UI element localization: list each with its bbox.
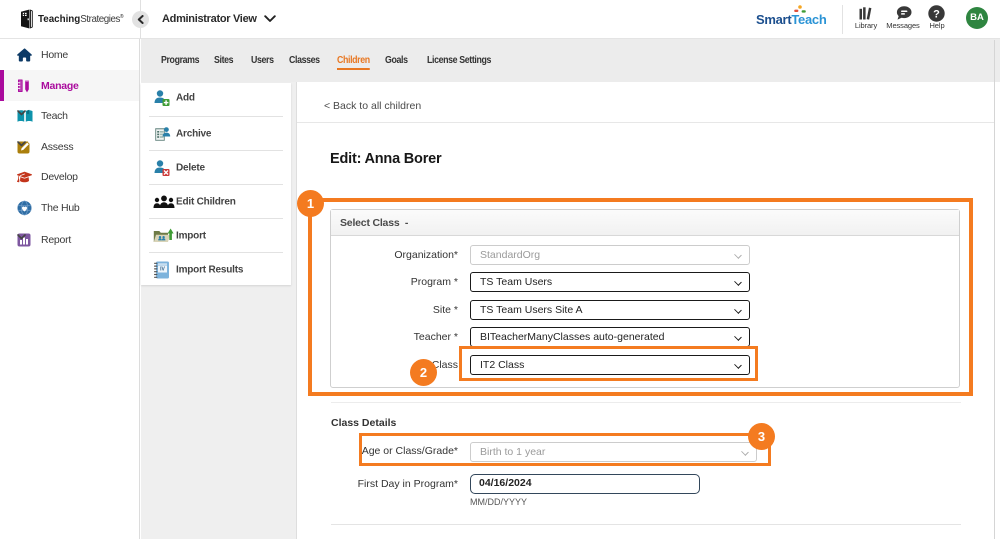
svg-text:?: ? <box>933 8 940 20</box>
svg-text:IV: IV <box>160 267 165 273</box>
